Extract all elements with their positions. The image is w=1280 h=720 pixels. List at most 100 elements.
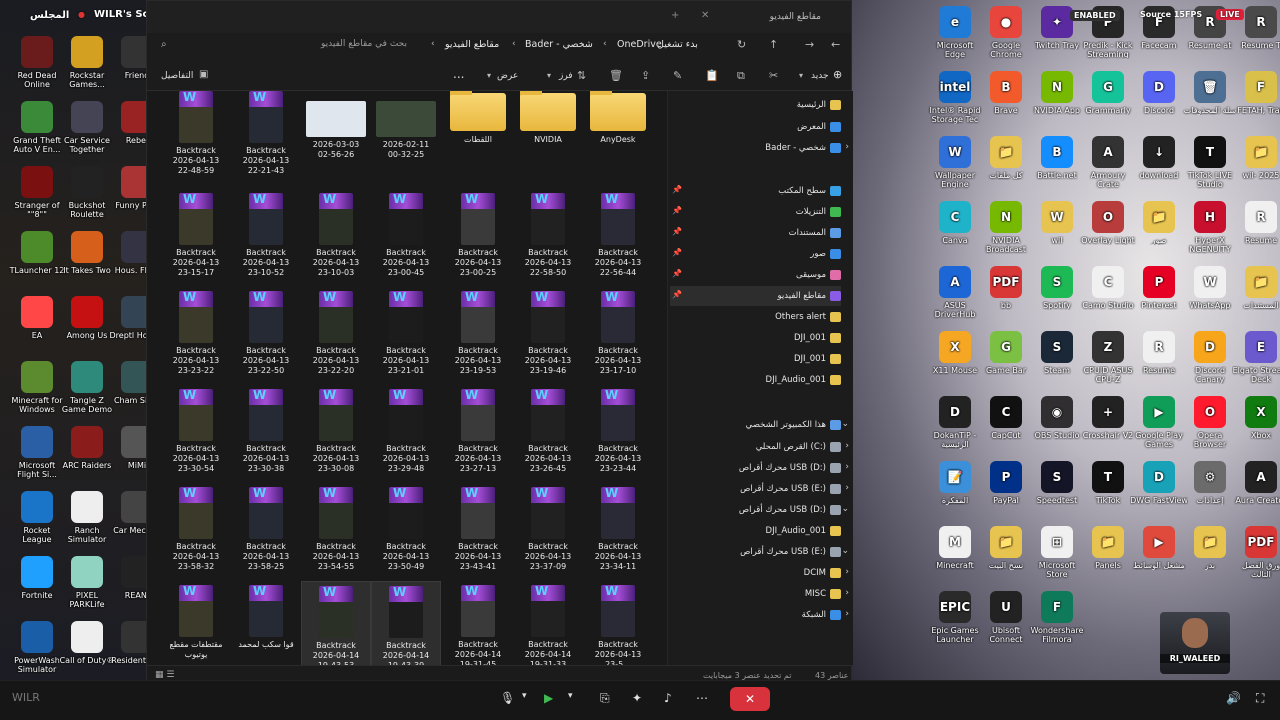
desktop-shortcut[interactable]: G Grammarly xyxy=(1079,71,1137,115)
desktop-shortcut[interactable]: A Armoury Crate xyxy=(1079,136,1137,189)
desktop-shortcut[interactable]: ▶ Google Play Games xyxy=(1130,396,1188,449)
desktop-shortcut[interactable]: X X11 Mouse xyxy=(926,331,984,375)
chevron-left-icon[interactable]: ‹ xyxy=(431,39,435,49)
up-arrow-icon[interactable]: ↑ xyxy=(769,38,778,51)
paste-icon[interactable]: 📋 xyxy=(705,69,719,82)
desktop-shortcut[interactable]: M Minecraft xyxy=(926,526,984,570)
desktop-shortcut[interactable]: O Overlay Light xyxy=(1079,201,1137,245)
desktop-shortcut[interactable]: 📁 نسخ البيت xyxy=(977,526,1035,570)
file-tile[interactable]: Backtrack2026-04-1322-58-50 xyxy=(513,189,583,283)
file-tile[interactable]: Backtrack2026-04-1322-56-44 xyxy=(583,189,653,283)
nav-quick-item[interactable]: DJI_001 xyxy=(794,349,841,369)
chevron-icon[interactable]: › xyxy=(845,588,849,598)
file-tile[interactable]: Backtrack2026-04-1323-58-25 xyxy=(231,483,301,577)
new-button[interactable]: جديد xyxy=(811,71,829,81)
file-tile[interactable]: Backtrack2026-04-1323-58-32 xyxy=(161,483,231,577)
desktop-shortcut[interactable]: Car Mechan xyxy=(108,491,150,535)
breadcrumb-onedrive[interactable]: OneDrive xyxy=(617,39,662,50)
search-input[interactable]: بحث في مقاطع الفيديو xyxy=(217,39,407,55)
rename-icon[interactable]: ✎ xyxy=(673,69,682,82)
nav-onedrive[interactable]: Bader - شخصي xyxy=(765,138,841,158)
fullscreen-icon[interactable]: ⛶ xyxy=(1256,691,1264,706)
desktop-shortcut[interactable]: Wwil xyxy=(1028,201,1086,245)
desktop-shortcut[interactable]: B Battle.net xyxy=(1028,136,1086,180)
desktop-shortcut[interactable]: 📁 wil- 2025 xyxy=(1232,136,1280,180)
file-tile[interactable]: Backtrack2026-04-1322-48-59 xyxy=(161,91,231,181)
file-tile[interactable]: Backtrack2026-04-1323-30-08 xyxy=(301,385,371,479)
desktop-shortcut[interactable]: T TikTok xyxy=(1079,461,1137,505)
desktop-shortcut[interactable]: 📁 بدر xyxy=(1181,526,1239,570)
desktop-shortcut[interactable]: 📁 صور xyxy=(1130,201,1188,245)
chevron-icon[interactable]: › xyxy=(845,142,849,152)
desktop-shortcut[interactable]: S Speedtest xyxy=(1028,461,1086,505)
activities-icon[interactable]: ✦ xyxy=(632,691,642,705)
nav-quick-item[interactable]: المستندات xyxy=(789,223,841,243)
file-tile[interactable]: Backtrack2026-04-1323-23-44 xyxy=(583,385,653,479)
nav-drive-item[interactable]: محرك أقراص USB (D:) xyxy=(739,458,841,478)
desktop-shortcut[interactable]: PDF bb xyxy=(977,266,1035,310)
new-plus-icon[interactable]: ⊕ xyxy=(833,68,842,81)
desktop-shortcut[interactable]: E Elgato Stream Deck xyxy=(1232,331,1280,384)
desktop-shortcut[interactable]: P PayPal xyxy=(977,461,1035,505)
desktop-shortcut[interactable]: Dreptl Homes xyxy=(108,296,150,340)
desktop-shortcut[interactable]: X Xbox xyxy=(1232,396,1280,440)
nav-drive-item[interactable]: MISC xyxy=(805,584,841,604)
file-tile[interactable]: Backtrack2026-04-1323-23-22 xyxy=(161,287,231,381)
desktop-shortcut[interactable]: Friend xyxy=(108,36,150,80)
chevron-icon[interactable]: › xyxy=(845,441,849,451)
desktop-shortcut[interactable]: ▶ مشغل الوسائط xyxy=(1130,526,1188,570)
chevron-icon[interactable]: › xyxy=(845,609,849,619)
file-tile[interactable]: مقتطفات مقطعيوتيوب xyxy=(161,581,231,665)
file-tile[interactable]: Backtrack2026-04-1323-22-50 xyxy=(231,287,301,381)
chevron-icon[interactable]: › xyxy=(845,483,849,493)
back-arrow-icon[interactable]: ← xyxy=(831,38,840,51)
desktop-shortcut[interactable]: Hous. Flipp xyxy=(108,231,150,275)
file-tile[interactable]: Backtrack2026-04-1323-10-03 xyxy=(301,189,371,283)
file-tile[interactable]: Backtrack2026-04-1323-30-38 xyxy=(231,385,301,479)
soundboard-icon[interactable]: ♪ xyxy=(664,691,672,705)
desktop-shortcut[interactable]: F Wondershare Filmora xyxy=(1028,591,1086,644)
desktop-shortcut[interactable]: Z CPUID ASUS CPU-Z xyxy=(1079,331,1137,384)
desktop-shortcut[interactable]: R Resume xyxy=(1130,331,1188,375)
camera-icon[interactable]: ▶ xyxy=(544,691,553,705)
nav-drive-item[interactable]: DJI_Audio_001 xyxy=(766,521,841,541)
nav-quick-item[interactable]: Others alert xyxy=(775,307,841,327)
file-tile[interactable]: Backtrack2026-04-1323-37-09 xyxy=(513,483,583,577)
file-tile[interactable]: Backtrack2026-04-1323-22-20 xyxy=(301,287,371,381)
nav-drive-item[interactable]: الشبكة xyxy=(802,605,841,625)
desktop-shortcut[interactable]: S Spotify xyxy=(1028,266,1086,310)
nav-drive-item[interactable]: DCIM xyxy=(804,563,841,583)
desktop-shortcut[interactable]: REANI xyxy=(108,556,150,600)
nav-quick-item[interactable]: DJI_Audio_001 xyxy=(766,370,841,390)
desktop-shortcut[interactable]: 📁 المستندات xyxy=(1232,266,1280,310)
cut-icon[interactable]: ✂ xyxy=(769,69,778,82)
nav-drive-item[interactable]: القرص المحلي (C:) xyxy=(756,437,841,457)
desktop-shortcut[interactable]: 📁 كل ملفات xyxy=(977,136,1035,180)
desktop-shortcut[interactable]: C Camo Studio xyxy=(1079,266,1137,310)
nav-drive-item[interactable]: محرك أقراص USB (D:) xyxy=(739,500,841,520)
file-tile[interactable]: Backtrack2026-04-1323-26-45 xyxy=(513,385,583,479)
desktop-shortcut[interactable]: 📝 المفكرة xyxy=(926,461,984,505)
desktop-shortcut[interactable]: W Wallpaper Engine xyxy=(926,136,984,189)
desktop-shortcut[interactable]: A ASUS DriverHub xyxy=(926,266,984,319)
nav-quick-item[interactable]: التنزيلات xyxy=(796,202,841,222)
nav-drive-item[interactable]: محرك أقراص USB (E:) xyxy=(740,542,841,562)
file-tile[interactable]: Backtrack2026-04-1323-27-13 xyxy=(443,385,513,479)
file-tile[interactable]: Backtrack2026-04-1323-43-41 xyxy=(443,483,513,577)
desktop-shortcut[interactable]: U Ubisoft Connect xyxy=(977,591,1035,644)
file-tile[interactable]: Backtrack2026-04-1419-31-45 xyxy=(443,581,513,665)
desktop-shortcut[interactable]: G Game Bar xyxy=(977,331,1035,375)
nav-quick-item[interactable]: سطح المكتب xyxy=(778,181,841,201)
file-tile[interactable]: Backtrack2026-04-1323-19-46 xyxy=(513,287,583,381)
microphone-icon[interactable]: 🎙 xyxy=(500,691,515,705)
file-tile[interactable]: 2026-03-03 02-56-26 xyxy=(301,91,371,181)
desktop-shortcut[interactable]: R Resume xyxy=(1232,201,1280,245)
desktop-shortcut[interactable]: A Aura Creator xyxy=(1232,461,1280,505)
file-tile[interactable]: NVIDIA xyxy=(513,91,583,181)
desktop-shortcut[interactable]: S Steam xyxy=(1028,331,1086,375)
file-tile[interactable]: Backtrack2026-04-1322-21-43 xyxy=(231,91,301,181)
file-tile[interactable]: قوا سكب لمحمد xyxy=(231,581,301,665)
file-tile[interactable]: Backtrack2026-04-1323-21-01 xyxy=(371,287,441,381)
file-tile[interactable]: 2026-02-11 00-32-25 xyxy=(371,91,441,181)
view-button[interactable]: عرض xyxy=(497,71,518,81)
